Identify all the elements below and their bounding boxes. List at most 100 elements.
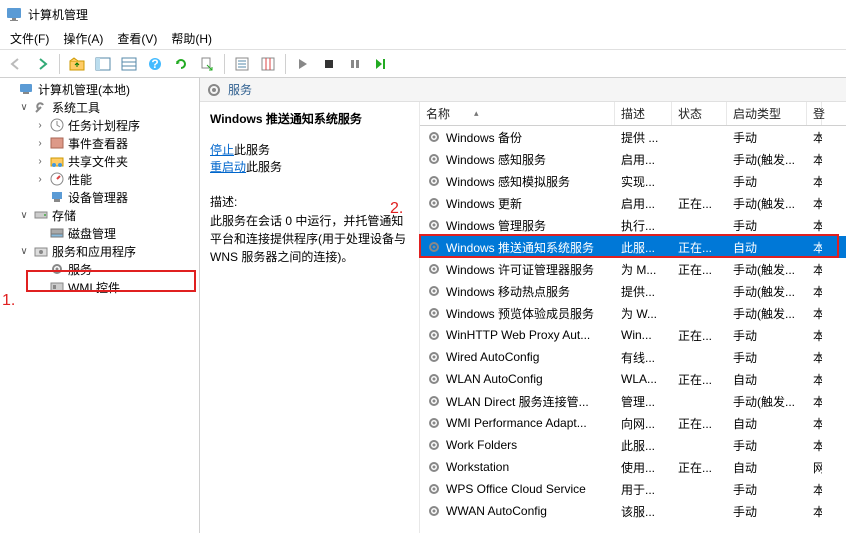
service-row[interactable]: Windows 预览体验成员服务为 W...手动(触发...本 xyxy=(420,302,846,324)
tree-shared-folders[interactable]: ›共享文件夹 xyxy=(0,152,199,170)
list-header[interactable]: 名称▴ 描述 状态 启动类型 登 xyxy=(420,102,846,126)
export-button[interactable] xyxy=(195,52,219,76)
service-row[interactable]: Workstation使用...正在...自动网 xyxy=(420,456,846,478)
pause-service-button[interactable] xyxy=(343,52,367,76)
service-row[interactable]: Windows 推送通知系统服务此服...正在...自动本 xyxy=(420,236,846,258)
navigation-tree[interactable]: 计算机管理(本地) ∨ 系统工具 ›任务计划程序 ›事件查看器 ›共享文件夹 ›… xyxy=(0,78,200,533)
service-desc: 使用... xyxy=(615,459,672,476)
service-name: Windows 许可证管理器服务 xyxy=(446,261,594,278)
service-logon: 本 xyxy=(807,437,822,454)
service-row[interactable]: Wired AutoConfig有线...手动本 xyxy=(420,346,846,368)
service-desc: 此服... xyxy=(615,239,672,256)
service-desc: 该服... xyxy=(615,503,672,520)
tree-device-manager[interactable]: 设备管理器 xyxy=(0,188,199,206)
tree-performance[interactable]: ›性能 xyxy=(0,170,199,188)
disk-icon xyxy=(49,225,65,241)
start-service-button[interactable] xyxy=(291,52,315,76)
gear-icon xyxy=(426,261,442,277)
back-button[interactable] xyxy=(4,52,28,76)
service-desc: 启用... xyxy=(615,151,672,168)
service-name: Workstation xyxy=(446,460,509,474)
service-row[interactable]: Work Folders此服...手动本 xyxy=(420,434,846,456)
service-name: Windows 感知模拟服务 xyxy=(446,173,570,190)
col-startup[interactable]: 启动类型 xyxy=(727,102,807,125)
service-desc: 启用... xyxy=(615,195,672,212)
tree-event-viewer[interactable]: ›事件查看器 xyxy=(0,134,199,152)
svg-text:?: ? xyxy=(151,57,158,71)
gear-icon xyxy=(426,327,442,343)
selected-service-name: Windows 推送通知系统服务 xyxy=(210,110,409,127)
service-desc: 此服... xyxy=(615,437,672,454)
service-name: Windows 推送通知系统服务 xyxy=(446,239,594,256)
col-logon[interactable]: 登 xyxy=(807,102,822,125)
service-name: Wired AutoConfig xyxy=(446,350,539,364)
services-list[interactable]: 名称▴ 描述 状态 启动类型 登 Windows 备份提供 ...手动本 Wind… xyxy=(420,102,846,533)
tree-services[interactable]: 服务 xyxy=(0,260,199,278)
view-button[interactable] xyxy=(117,52,141,76)
tree-system-tools[interactable]: ∨ 系统工具 xyxy=(0,98,199,116)
gear-icon xyxy=(426,437,442,453)
service-row[interactable]: Windows 移动热点服务提供...手动(触发...本 xyxy=(420,280,846,302)
menu-file[interactable]: 文件(F) xyxy=(4,28,55,49)
service-startup: 手动(触发... xyxy=(727,195,807,212)
service-status: 正在... xyxy=(672,459,727,476)
help-button[interactable]: ? xyxy=(143,52,167,76)
col-desc[interactable]: 描述 xyxy=(615,102,672,125)
service-logon: 网 xyxy=(807,459,822,476)
refresh-button[interactable] xyxy=(169,52,193,76)
menu-help[interactable]: 帮助(H) xyxy=(165,28,218,49)
service-row[interactable]: WWAN AutoConfig该服...手动本 xyxy=(420,500,846,522)
service-row[interactable]: WLAN AutoConfigWLA...正在...自动本 xyxy=(420,368,846,390)
tree-disk-management[interactable]: 磁盘管理 xyxy=(0,224,199,242)
service-startup: 手动(触发... xyxy=(727,283,807,300)
forward-button[interactable] xyxy=(30,52,54,76)
service-startup: 手动 xyxy=(727,349,807,366)
service-row[interactable]: Windows 感知服务启用...手动(触发...本 xyxy=(420,148,846,170)
stop-service-link[interactable]: 停止 xyxy=(210,143,234,157)
service-name: WWAN AutoConfig xyxy=(446,504,547,518)
gear-icon xyxy=(426,371,442,387)
service-row[interactable]: WMI Performance Adapt...向网...正在...自动本 xyxy=(420,412,846,434)
service-logon: 本 xyxy=(807,393,822,410)
gear-icon xyxy=(426,415,442,431)
stop-service-button[interactable] xyxy=(317,52,341,76)
menu-view[interactable]: 查看(V) xyxy=(111,28,163,49)
tree-root[interactable]: 计算机管理(本地) xyxy=(0,80,199,98)
service-row[interactable]: Windows 管理服务执行...手动本 xyxy=(420,214,846,236)
tree-wmi[interactable]: WMI 控件 xyxy=(0,278,199,296)
service-desc: 提供 ... xyxy=(615,129,672,146)
service-row[interactable]: Windows 更新启用...正在...手动(触发...本 xyxy=(420,192,846,214)
tree-services-apps[interactable]: ∨服务和应用程序 xyxy=(0,242,199,260)
service-row[interactable]: Windows 许可证管理器服务为 M...正在...手动(触发...本 xyxy=(420,258,846,280)
restart-service-link[interactable]: 重启动 xyxy=(210,160,246,174)
col-status[interactable]: 状态 xyxy=(672,102,727,125)
service-name: Windows 感知服务 xyxy=(446,151,546,168)
tree-task-scheduler[interactable]: ›任务计划程序 xyxy=(0,116,199,134)
service-row[interactable]: WLAN Direct 服务连接管...管理...手动(触发...本 xyxy=(420,390,846,412)
col-name[interactable]: 名称▴ xyxy=(420,102,615,125)
show-hide-button[interactable] xyxy=(91,52,115,76)
menu-action[interactable]: 操作(A) xyxy=(57,28,109,49)
tree-storage[interactable]: ∨存储 xyxy=(0,206,199,224)
columns-button[interactable] xyxy=(256,52,280,76)
service-logon: 本 xyxy=(807,415,822,432)
service-desc: 提供... xyxy=(615,283,672,300)
main-area: 计算机管理(本地) ∨ 系统工具 ›任务计划程序 ›事件查看器 ›共享文件夹 ›… xyxy=(0,78,846,533)
service-startup: 手动 xyxy=(727,503,807,520)
service-desc: WLA... xyxy=(615,372,672,386)
service-startup: 自动 xyxy=(727,239,807,256)
service-row[interactable]: WPS Office Cloud Service用于...手动本 xyxy=(420,478,846,500)
service-row[interactable]: Windows 备份提供 ...手动本 xyxy=(420,126,846,148)
service-startup: 手动(触发... xyxy=(727,393,807,410)
gear-icon xyxy=(426,305,442,321)
service-logon: 本 xyxy=(807,327,822,344)
properties-button[interactable] xyxy=(230,52,254,76)
service-name: WPS Office Cloud Service xyxy=(446,482,586,496)
service-row[interactable]: WinHTTP Web Proxy Aut...Win...正在...手动本 xyxy=(420,324,846,346)
restart-service-button[interactable] xyxy=(369,52,393,76)
service-name: WLAN Direct 服务连接管... xyxy=(446,393,589,410)
up-level-button[interactable] xyxy=(65,52,89,76)
service-logon: 本 xyxy=(807,283,822,300)
service-logon: 本 xyxy=(807,195,822,212)
service-row[interactable]: Windows 感知模拟服务实现...手动本 xyxy=(420,170,846,192)
